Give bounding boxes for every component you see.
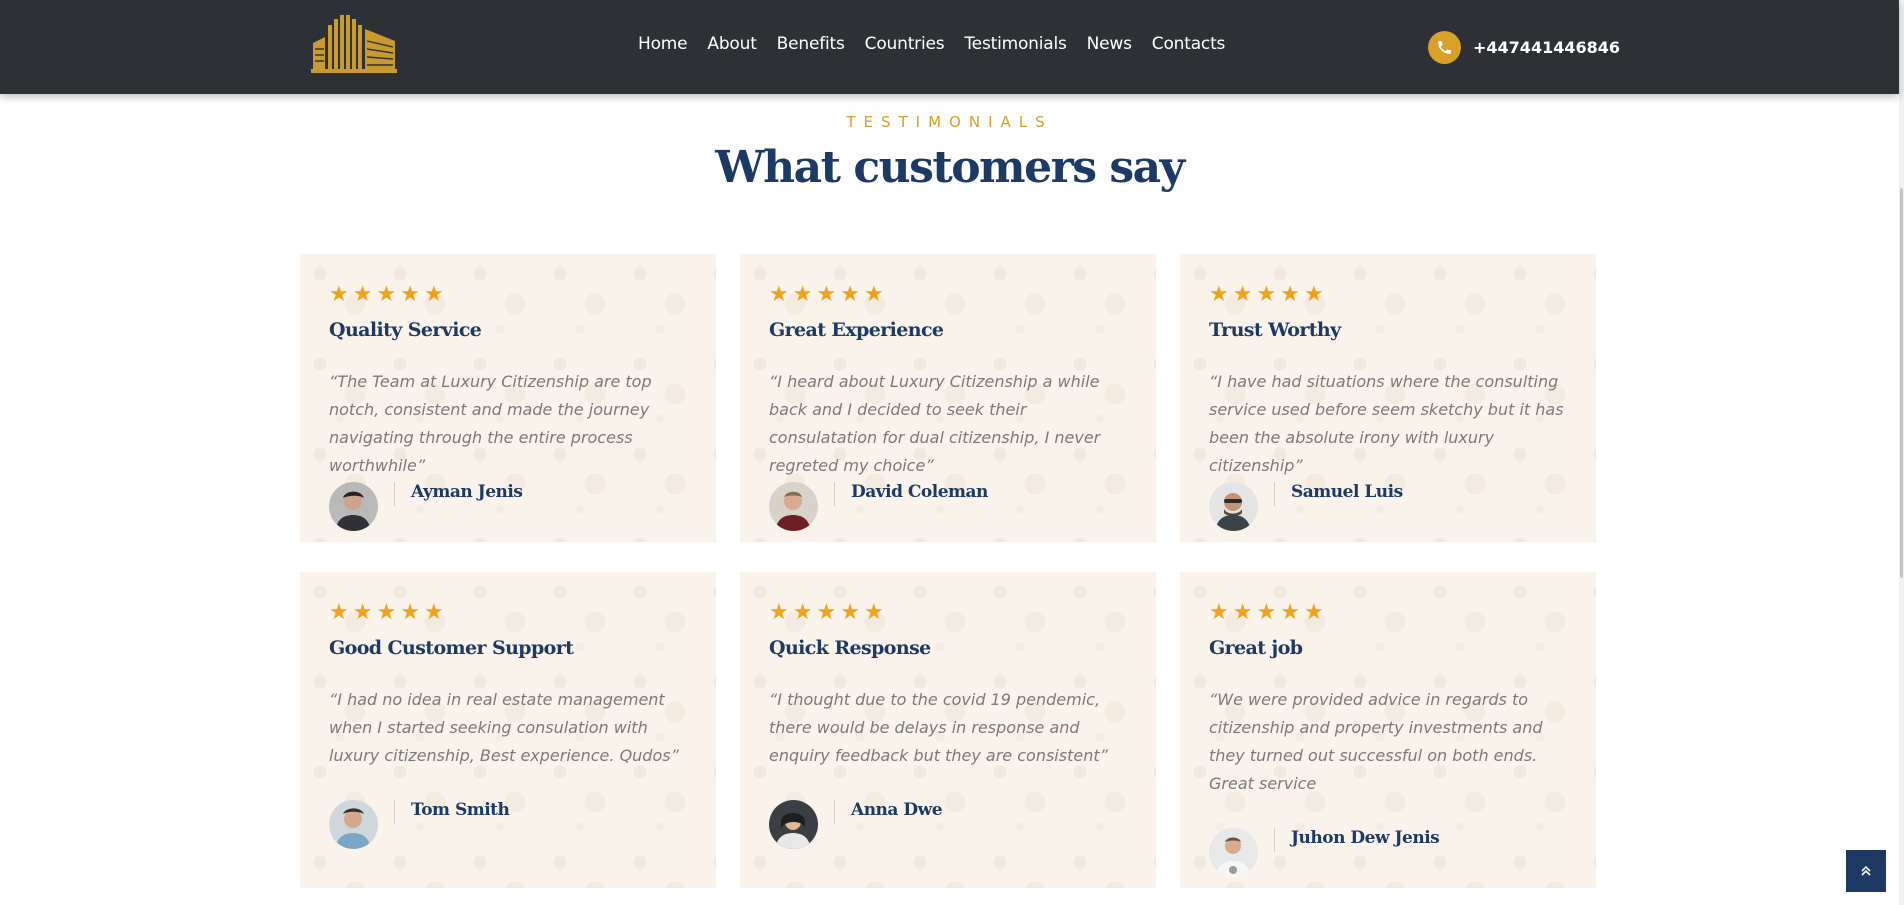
star-icon: ★ xyxy=(1303,282,1324,307)
avatar xyxy=(1209,482,1258,531)
phone-icon xyxy=(1428,31,1461,64)
star-icon: ★ xyxy=(792,600,813,625)
star-icon: ★ xyxy=(1209,600,1229,625)
back-to-top-button[interactable] xyxy=(1846,850,1886,892)
testimonial-quote: “I thought due to the covid 19 pendemic,… xyxy=(769,690,1108,765)
main-nav: Home About Benefits Countries Testimonia… xyxy=(638,34,1245,54)
testimonial-title: Great job xyxy=(1209,637,1303,659)
testimonial-quote: “I heard about Luxury Citizenship a whil… xyxy=(769,372,1101,475)
author-divider xyxy=(834,482,835,506)
testimonial-title: Good Customer Support xyxy=(329,637,574,659)
author-name: Samuel Luis xyxy=(1291,482,1403,502)
star-icon: ★ xyxy=(400,282,420,307)
star-icon: ★ xyxy=(1303,600,1324,625)
author-name: Anna Dwe xyxy=(851,800,943,820)
star-icon: ★ xyxy=(376,282,397,307)
star-icon: ★ xyxy=(1256,282,1277,307)
page-scrollbar[interactable] xyxy=(1899,0,1904,905)
testimonial-card: ★ ★ ★ ★ ★ Trust Worthy “I have had situation… xyxy=(1180,254,1596,542)
rating-stars: ★ ★ ★ ★ ★ xyxy=(1209,602,1324,624)
star-icon: ★ xyxy=(816,282,837,307)
star-icon: ★ xyxy=(1209,282,1229,307)
star-icon: ★ xyxy=(352,282,373,307)
star-icon: ★ xyxy=(1280,600,1300,625)
section-title: What customers say xyxy=(715,142,1185,193)
star-icon: ★ xyxy=(1280,282,1300,307)
author-name: Ayman Jenis xyxy=(411,482,523,502)
star-icon: ★ xyxy=(1232,600,1253,625)
star-icon: ★ xyxy=(423,282,444,307)
nav-testimonials[interactable]: Testimonials xyxy=(964,34,1066,54)
testimonial-quote: “The Team at Luxury Citizenship are top … xyxy=(329,372,652,475)
testimonial-quote: “I had no idea in real estate management… xyxy=(329,690,679,765)
author-name: David Coleman xyxy=(851,482,988,502)
testimonial-title: Quality Service xyxy=(329,319,482,341)
star-icon: ★ xyxy=(376,600,397,625)
section-eyebrow: TESTIMONIALS xyxy=(846,113,1053,131)
star-icon: ★ xyxy=(400,600,420,625)
star-icon: ★ xyxy=(329,282,349,307)
nav-countries[interactable]: Countries xyxy=(865,34,945,54)
star-icon: ★ xyxy=(863,600,884,625)
star-icon: ★ xyxy=(329,600,349,625)
testimonial-title: Quick Response xyxy=(769,637,931,659)
star-icon: ★ xyxy=(816,600,837,625)
nav-news[interactable]: News xyxy=(1087,34,1132,54)
star-icon: ★ xyxy=(769,282,789,307)
building-logo-icon[interactable] xyxy=(311,15,397,73)
author-divider xyxy=(1274,828,1275,852)
testimonial-card: ★ ★ ★ ★ ★ Great job “We were provided advice… xyxy=(1180,572,1596,888)
chevron-up-double-icon xyxy=(1861,865,1871,876)
testimonial-quote: “We were provided advice in regards to c… xyxy=(1209,690,1543,793)
star-icon: ★ xyxy=(1232,282,1253,307)
star-icon: ★ xyxy=(352,600,373,625)
star-icon: ★ xyxy=(840,600,860,625)
rating-stars: ★ ★ ★ ★ ★ xyxy=(329,284,444,306)
avatar xyxy=(329,482,378,531)
star-icon: ★ xyxy=(423,600,444,625)
phone-number[interactable]: +447441446846 xyxy=(1473,38,1620,57)
avatar xyxy=(1209,828,1258,877)
testimonial-card: ★ ★ ★ ★ ★ Quality Service “The Team at Luxur… xyxy=(300,254,716,542)
testimonial-card: ★ ★ ★ ★ ★ Great Experience “I heard about Lu… xyxy=(740,254,1156,542)
author-name: Juhon Dew Jenis xyxy=(1291,828,1440,848)
nav-home[interactable]: Home xyxy=(638,34,688,54)
testimonial-quote: “I have had situations where the consult… xyxy=(1209,372,1564,475)
star-icon: ★ xyxy=(840,282,860,307)
header-phone[interactable]: +447441446846 xyxy=(1428,31,1620,64)
scrollbar-thumb[interactable] xyxy=(1900,188,1903,578)
avatar xyxy=(769,800,818,849)
star-icon: ★ xyxy=(863,282,884,307)
testimonial-title: Trust Worthy xyxy=(1209,319,1341,341)
testimonial-card: ★ ★ ★ ★ ★ Good Customer Support “I had no id… xyxy=(300,572,716,888)
rating-stars: ★ ★ ★ ★ ★ xyxy=(329,602,444,624)
nav-benefits[interactable]: Benefits xyxy=(777,34,845,54)
nav-contacts[interactable]: Contacts xyxy=(1152,34,1226,54)
star-icon: ★ xyxy=(792,282,813,307)
site-header: Home About Benefits Countries Testimonia… xyxy=(0,0,1899,94)
author-divider xyxy=(1274,482,1275,506)
author-divider xyxy=(834,800,835,824)
author-name: Tom Smith xyxy=(411,800,510,820)
rating-stars: ★ ★ ★ ★ ★ xyxy=(769,284,884,306)
rating-stars: ★ ★ ★ ★ ★ xyxy=(1209,284,1324,306)
author-divider xyxy=(394,800,395,824)
avatar xyxy=(769,482,818,531)
avatar xyxy=(329,800,378,849)
nav-about[interactable]: About xyxy=(707,34,756,54)
star-icon: ★ xyxy=(1256,600,1277,625)
testimonial-title: Great Experience xyxy=(769,319,944,341)
testimonial-card: ★ ★ ★ ★ ★ Quick Response “I thought due to t… xyxy=(740,572,1156,888)
author-divider xyxy=(394,482,395,506)
rating-stars: ★ ★ ★ ★ ★ xyxy=(769,602,884,624)
star-icon: ★ xyxy=(769,600,789,625)
